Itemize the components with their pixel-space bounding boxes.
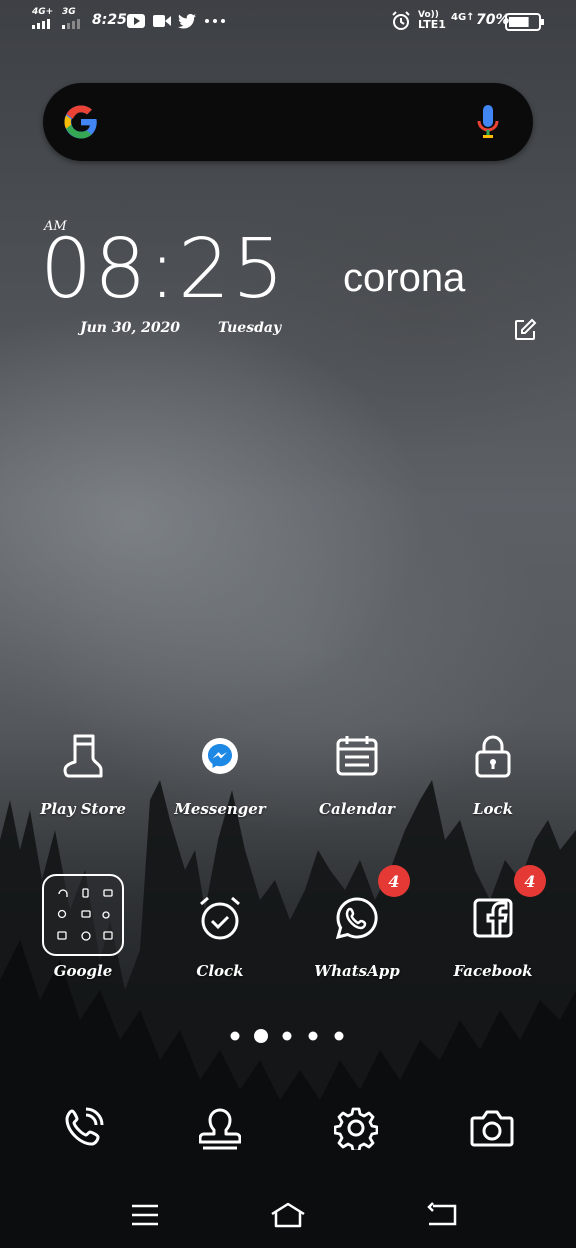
app-facebook[interactable]: Facebook bbox=[433, 890, 553, 980]
whatsapp-notification-badge: 4 bbox=[378, 865, 410, 897]
clock-weekday: Tuesday bbox=[218, 320, 282, 336]
page-dot[interactable] bbox=[230, 1031, 240, 1041]
folder-icon bbox=[42, 874, 124, 956]
menu-icon bbox=[132, 1204, 158, 1226]
nav-home-button[interactable] bbox=[268, 1200, 308, 1230]
app-label: Play Store bbox=[40, 800, 126, 818]
facebook-icon bbox=[473, 898, 513, 938]
app-label: Google bbox=[53, 962, 113, 980]
signal-2-icon: 3G bbox=[62, 8, 84, 33]
app-label: Calendar bbox=[319, 800, 395, 818]
microphone-icon[interactable] bbox=[476, 105, 500, 141]
facebook-notification-badge: 4 bbox=[514, 865, 546, 897]
messenger-icon bbox=[202, 738, 238, 774]
note-widget-text[interactable]: corona bbox=[343, 256, 465, 301]
battery-icon bbox=[505, 13, 544, 31]
page-dot[interactable] bbox=[308, 1031, 318, 1041]
page-dot[interactable] bbox=[334, 1031, 344, 1041]
home-icon bbox=[271, 1202, 305, 1228]
more-dots-icon bbox=[205, 19, 225, 23]
app-clock[interactable]: Clock bbox=[160, 890, 280, 980]
wallpaper-forest bbox=[0, 780, 576, 1248]
dock-settings[interactable] bbox=[332, 1104, 380, 1152]
app-whatsapp[interactable]: WhatsApp bbox=[297, 890, 417, 980]
google-logo-icon bbox=[64, 105, 97, 139]
calendar-icon bbox=[336, 736, 378, 776]
whatsapp-icon bbox=[335, 897, 378, 940]
google-search-bar[interactable] bbox=[43, 83, 533, 161]
app-label: WhatsApp bbox=[314, 962, 400, 980]
clock-date: Jun 30, 2020 bbox=[80, 320, 181, 336]
youtube-icon bbox=[127, 14, 145, 28]
page-dot[interactable] bbox=[282, 1031, 292, 1041]
app-folder-google[interactable]: Google bbox=[23, 874, 143, 980]
nav-back-button[interactable] bbox=[420, 1200, 460, 1230]
volte-indicator: Vo)) LTE1 bbox=[418, 10, 446, 30]
signal-1-label: 4G+ bbox=[32, 7, 54, 17]
app-lock[interactable]: Lock bbox=[433, 728, 553, 818]
app-label: Facebook bbox=[453, 962, 533, 980]
twitter-icon bbox=[178, 14, 196, 29]
app-label: Messenger bbox=[174, 800, 266, 818]
video-camera-icon bbox=[153, 15, 171, 27]
status-bar: 4G+ 3G 8:25 Vo)) LTE1 4G↑ 70% bbox=[0, 0, 576, 44]
signal-2-label: 3G bbox=[62, 7, 76, 17]
page-dot-current[interactable] bbox=[254, 1029, 268, 1043]
clock-time: 08:25 bbox=[40, 222, 287, 317]
app-label: Lock bbox=[472, 800, 514, 818]
app-messenger[interactable]: Messenger bbox=[160, 728, 280, 818]
lte-label: LTE1 bbox=[418, 18, 446, 31]
back-icon bbox=[427, 1202, 457, 1226]
contacts-icon bbox=[199, 1108, 241, 1150]
alarm-icon bbox=[392, 11, 410, 30]
dock-contacts[interactable] bbox=[196, 1104, 244, 1152]
nav-menu-button[interactable] bbox=[125, 1200, 165, 1230]
phone-icon bbox=[65, 1107, 104, 1146]
edit-note-icon[interactable] bbox=[513, 318, 537, 342]
settings-gear-icon bbox=[334, 1107, 378, 1150]
camera-icon bbox=[470, 1110, 514, 1147]
app-play-store[interactable]: Play Store bbox=[23, 728, 143, 818]
app-label: Clock bbox=[196, 962, 244, 980]
boot-icon bbox=[63, 734, 103, 778]
lock-icon bbox=[475, 735, 511, 778]
alarm-clock-icon bbox=[200, 896, 240, 940]
network-type: 4G↑ bbox=[451, 12, 475, 23]
dock-camera[interactable] bbox=[468, 1104, 516, 1152]
status-time: 8:25 bbox=[92, 12, 127, 28]
dock-phone[interactable] bbox=[59, 1104, 107, 1152]
signal-1-icon: 4G+ bbox=[32, 8, 54, 33]
app-calendar[interactable]: Calendar bbox=[297, 728, 417, 818]
page-indicator[interactable] bbox=[0, 1026, 576, 1046]
